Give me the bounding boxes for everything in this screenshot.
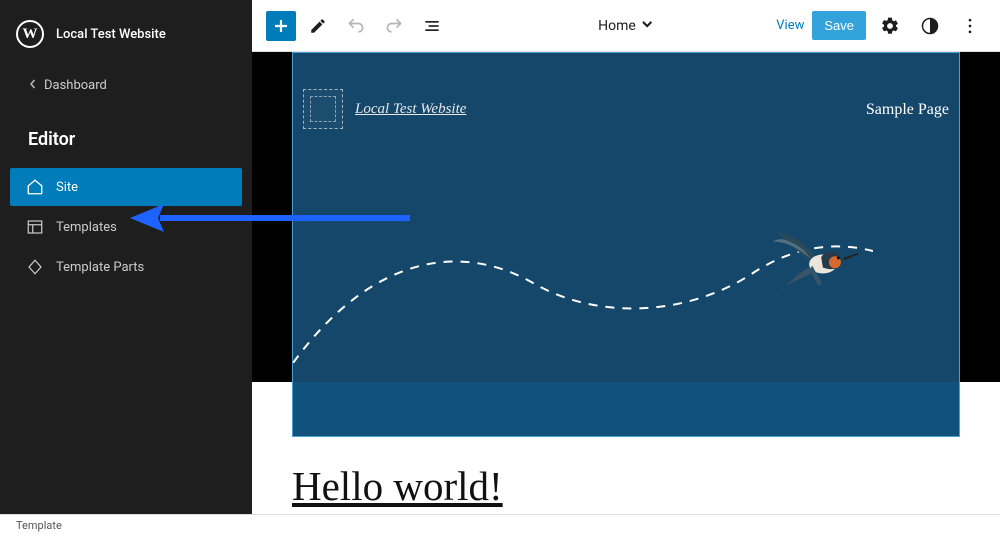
hero-cover-block[interactable]: Local Test Website Sample Page [292,52,960,437]
back-to-dashboard[interactable]: Dashboard [0,70,252,101]
editor-topbar: Home View Save [252,0,1000,52]
sidebar-item-label: Template Parts [56,260,144,275]
chevron-left-icon [28,78,38,93]
save-button[interactable]: Save [812,11,866,40]
topbar-actions: View Save [776,10,986,42]
sidebar-item-template-parts[interactable]: Template Parts [10,248,242,286]
breadcrumb-item: Template [16,519,62,532]
block-selection-overlay [293,382,959,436]
sidebar-site-title: Local Test Website [56,27,166,42]
template-selector[interactable]: Home [598,17,654,35]
post-title[interactable]: Hello world! [292,462,503,510]
back-label: Dashboard [44,78,107,93]
sidebar-nav: Site Templates Template Parts [0,168,252,286]
undo-button[interactable] [340,10,372,42]
template-label: Home [598,18,636,34]
sidebar-item-site[interactable]: Site [10,168,242,206]
styles-button[interactable] [914,10,946,42]
hummingbird-illustration [773,229,859,299]
sidebar-item-label: Templates [56,220,117,235]
diamond-icon [26,258,44,276]
sidebar-header: W Local Test Website [0,0,252,70]
breadcrumb-footer[interactable]: Template [0,514,1000,535]
editor-sidebar: W Local Test Website Dashboard Editor Si… [0,0,252,514]
wordpress-logo-icon[interactable]: W [16,20,44,48]
hero-site-title[interactable]: Local Test Website [355,101,466,118]
home-icon [26,178,44,196]
redo-button[interactable] [378,10,410,42]
settings-button[interactable] [874,10,906,42]
edit-tool-button[interactable] [302,10,334,42]
chevron-down-icon [640,17,654,35]
layout-icon [26,218,44,236]
editor-heading: Editor [0,101,252,168]
view-link[interactable]: View [776,18,804,33]
add-block-button[interactable] [266,11,296,41]
sidebar-item-templates[interactable]: Templates [10,208,242,246]
list-view-button[interactable] [416,10,448,42]
editor-canvas[interactable]: Local Test Website Sample Page Hello wor… [252,52,1000,514]
sidebar-item-label: Site [56,180,78,195]
site-logo-placeholder[interactable] [303,89,343,129]
topbar-tools [266,10,448,42]
more-menu-button[interactable] [954,10,986,42]
hero-nav-item[interactable]: Sample Page [866,101,949,119]
